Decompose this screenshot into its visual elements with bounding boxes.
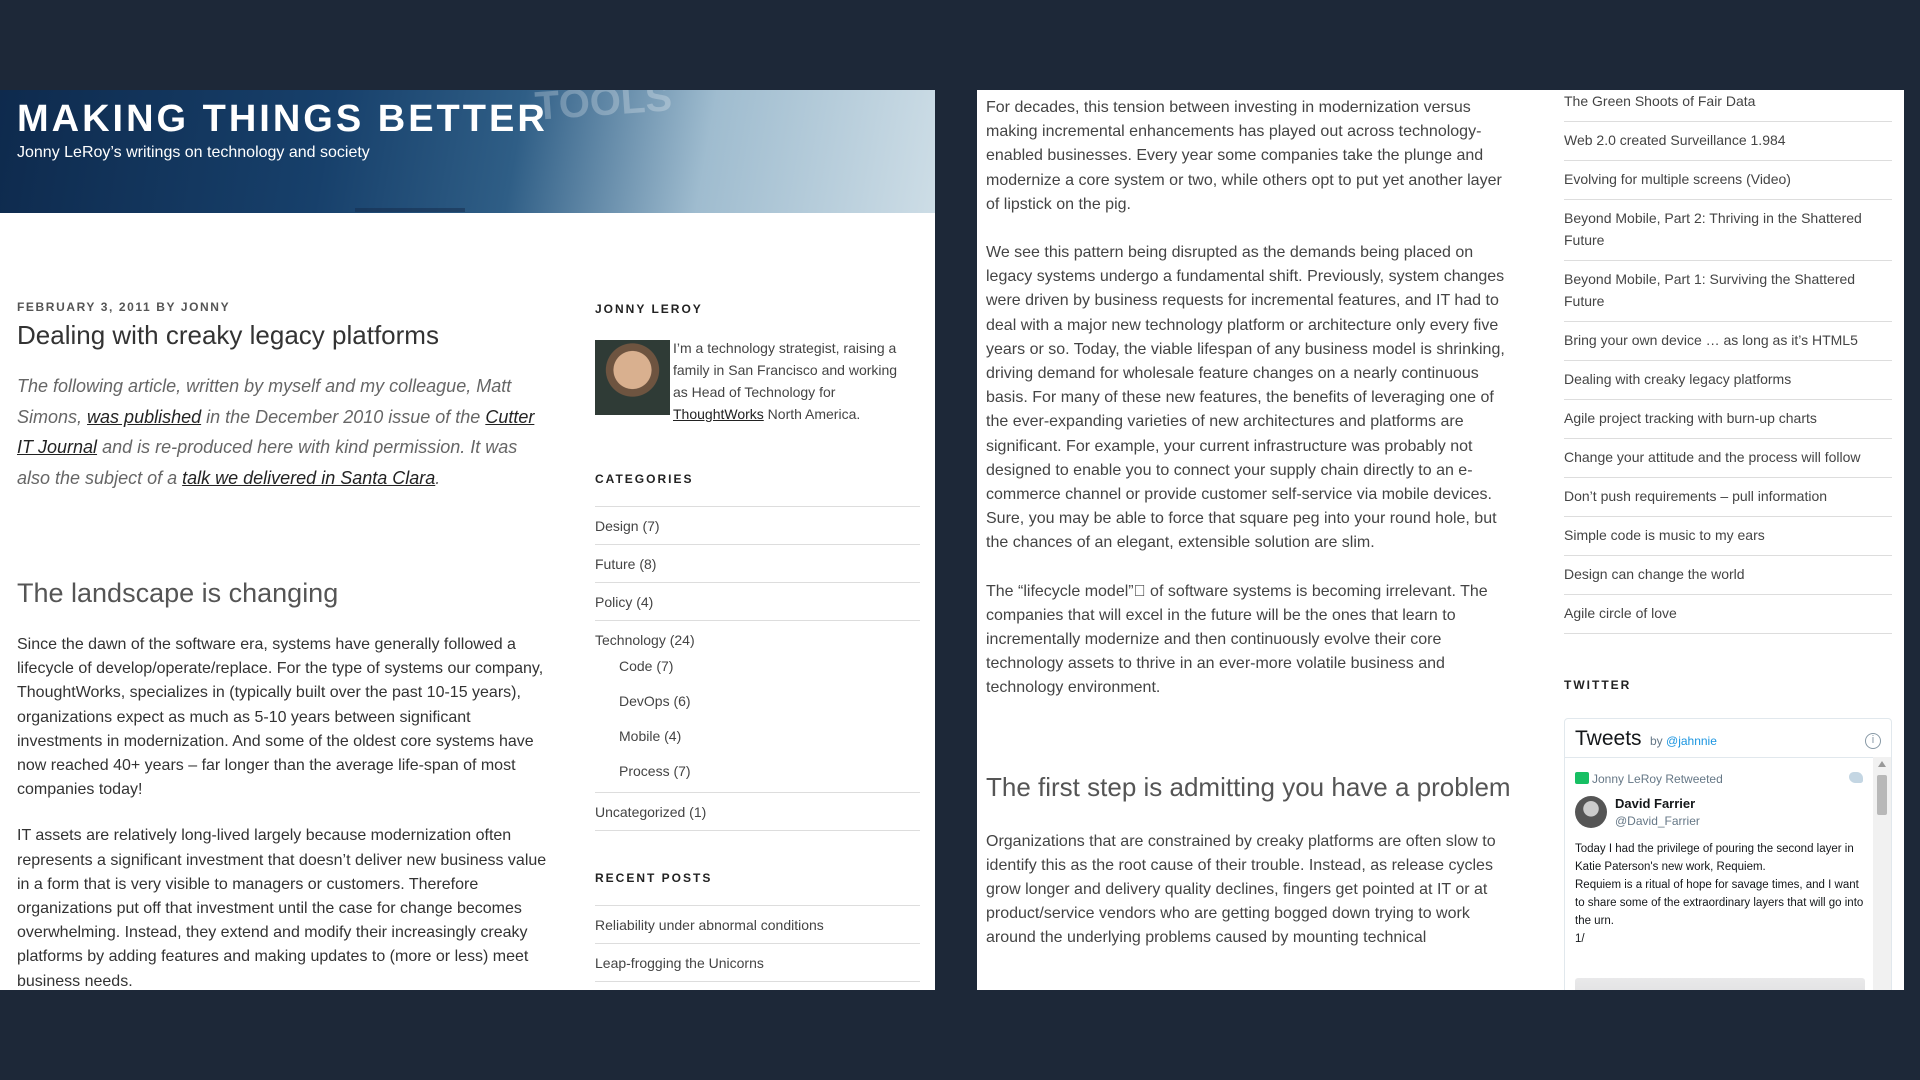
right-page-panel: For decades, this tension between invest… — [977, 90, 1904, 990]
published-link[interactable]: was published — [87, 407, 201, 427]
tweet-media-image[interactable] — [1575, 978, 1865, 990]
post-intro: The following article, written by myself… — [17, 376, 535, 488]
categories-widget-title: CATEGORIES — [595, 472, 694, 486]
recent-post-item[interactable]: Don’t push requirements – pull informati… — [1564, 478, 1892, 517]
recent-post-item[interactable]: Change your attitude and the process wil… — [1564, 439, 1892, 478]
subcategory-item[interactable]: Process (7) — [595, 755, 920, 790]
post-content-continued: For decades, this tension between invest… — [986, 96, 1516, 951]
recent-post-item[interactable]: Beyond Mobile, Part 1: Surviving the Sha… — [1564, 261, 1892, 322]
twitter-widget-title: TWITTER — [1564, 678, 1632, 692]
category-item[interactable]: Policy (4) — [595, 583, 920, 621]
post-content: February 3, 2011 by Jonny Dealing with c… — [17, 300, 547, 990]
subcategory-item[interactable]: Code (7) — [595, 650, 920, 685]
timeline-handle-link[interactable]: @jahnnie — [1666, 734, 1717, 748]
tweets-title: Tweets — [1575, 727, 1642, 750]
recent-post-item[interactable]: The Green Shoots of Fair Data — [1564, 90, 1892, 122]
paragraph-6: Organizations that are constrained by cr… — [986, 832, 1496, 947]
right-sidebar: The Green Shoots of Fair Data Web 2.0 cr… — [1564, 90, 1892, 990]
author-photo — [595, 340, 670, 415]
site-title[interactable]: MAKING THINGS BETTER — [17, 98, 548, 141]
recent-post-item[interactable]: Agile circle of love — [1564, 595, 1892, 634]
recent-post-item[interactable]: Agile project tracking with burn-up char… — [1564, 400, 1892, 439]
recent-post-item[interactable]: Bring your own device … as long as it’s … — [1564, 322, 1892, 361]
recent-posts-widget-title: RECENT POSTS — [595, 871, 713, 885]
retweet-icon — [1575, 772, 1589, 784]
recent-post-item[interactable]: Web 2.0 created Surveillance 1.984 — [1564, 122, 1892, 161]
info-icon[interactable]: i — [1865, 733, 1881, 749]
recent-posts-list: Reliability under abnormal conditions Le… — [595, 905, 920, 982]
tweet-author-name[interactable]: David Farrier — [1615, 796, 1695, 811]
recent-posts-list-continued: The Green Shoots of Fair Data Web 2.0 cr… — [1564, 90, 1892, 634]
about-text: I’m a technology strategist, raising a f… — [673, 340, 898, 422]
section-heading-landscape: The landscape is changing — [17, 578, 339, 608]
tweet-author-avatar[interactable] — [1575, 796, 1607, 828]
tweet-author-handle[interactable]: @David_Farrier — [1615, 814, 1700, 828]
post-meta: February 3, 2011 by Jonny — [17, 300, 231, 314]
paragraph-3: For decades, this tension between invest… — [986, 99, 1502, 213]
post-title: Dealing with creaky legacy platforms — [17, 320, 439, 350]
recent-post-item[interactable]: Design can change the world — [1564, 556, 1892, 595]
scrollbar-thumb[interactable] — [1877, 775, 1887, 815]
recent-post-item[interactable]: Dealing with creaky legacy platforms — [1564, 361, 1892, 400]
recent-post-item[interactable]: Reliability under abnormal conditions — [595, 906, 920, 944]
thoughtworks-link[interactable]: ThoughtWorks — [673, 406, 764, 422]
recent-post-item[interactable]: Leap-frogging the Unicorns — [595, 944, 920, 982]
twitter-timeline: Tweets by @jahnnie i Jonny LeRoy Retweet… — [1564, 718, 1892, 990]
technology-subcategories: Code (7) DevOps (6) Mobile (4) Process (… — [595, 650, 920, 790]
categories-list: Design (7) Future (8) Policy (4) Technol… — [595, 506, 920, 831]
about-widget: I’m a technology strategist, raising a f… — [595, 340, 920, 432]
category-item[interactable]: Design (7) — [595, 507, 920, 545]
twitter-bird-icon[interactable] — [1849, 772, 1863, 783]
tweet-text: Today I had the privilege of pouring the… — [1575, 843, 1864, 945]
scroll-up-arrow-icon[interactable] — [1878, 761, 1886, 767]
header-background-image: TOOLS — [533, 90, 674, 129]
subcategory-item[interactable]: Mobile (4) — [595, 720, 920, 755]
recent-post-item[interactable]: Beyond Mobile, Part 2: Thriving in the S… — [1564, 200, 1892, 261]
site-header: TOOLS MAKING THINGS BETTER Jonny LeRoy’s… — [0, 90, 935, 213]
about-widget-title: JONNY LEROY — [595, 302, 703, 316]
timeline-scrollbar[interactable] — [1873, 757, 1891, 990]
paragraph-2: IT assets are relatively long-lived larg… — [17, 827, 547, 990]
retweet-label: Jonny LeRoy Retweeted — [1575, 772, 1723, 786]
tweets-header: Tweets by @jahnnie — [1575, 727, 1717, 750]
category-item[interactable]: Future (8) — [595, 545, 920, 583]
paragraph-5: The “lifecycle model”  of software syste… — [986, 582, 1488, 697]
section-heading-first-step: The first step is admitting you have a p… — [986, 771, 1511, 802]
left-page-panel: TOOLS MAKING THINGS BETTER Jonny LeRoy’s… — [0, 90, 935, 990]
recent-post-item[interactable]: Evolving for multiple screens (Video) — [1564, 161, 1892, 200]
site-tagline: Jonny LeRoy’s writings on technology and… — [17, 144, 370, 161]
paragraph-1: Since the dawn of the software era, syst… — [17, 636, 544, 799]
recent-post-item[interactable]: Simple code is music to my ears — [1564, 517, 1892, 556]
category-item[interactable]: Uncategorized (1) — [595, 792, 920, 831]
santa-clara-talk-link[interactable]: talk we delivered in Santa Clara — [182, 468, 435, 488]
category-item-technology[interactable]: Technology (24) Code (7) DevOps (6) Mobi… — [595, 621, 920, 792]
left-sidebar: JONNY LEROY I’m a technology strategist,… — [595, 302, 920, 982]
subcategory-item[interactable]: DevOps (6) — [595, 685, 920, 720]
tweet-item[interactable]: Jonny LeRoy Retweeted David Farrier @Dav… — [1565, 757, 1875, 990]
paragraph-4: We see this pattern being disrupted as t… — [986, 244, 1505, 552]
